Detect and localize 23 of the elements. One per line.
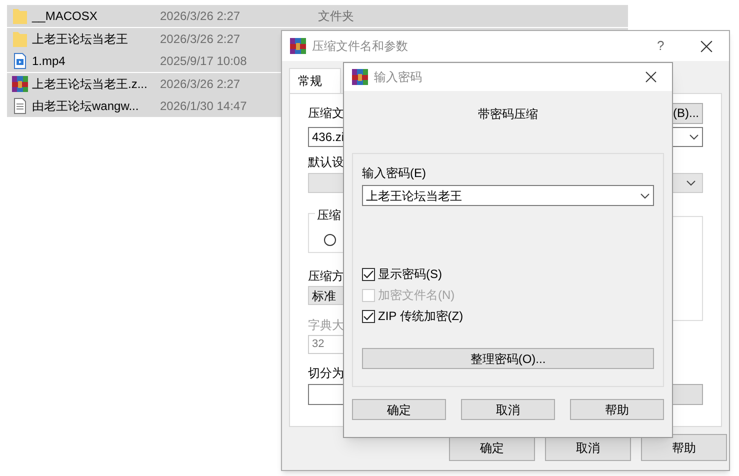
field-label: 压缩方 <box>308 268 344 285</box>
file-name: 由老王论坛wangw... <box>32 98 140 115</box>
checkbox-label: ZIP 传统加密(Z) <box>378 308 464 325</box>
file-name: 上老王论坛当老王.z... <box>32 76 148 92</box>
file-name: 上老王论坛当老王 <box>32 30 129 48</box>
field-label: 压缩文 <box>308 105 344 122</box>
window-title: 输入密码 <box>374 69 423 86</box>
file-name: 1.mp4 <box>32 53 66 70</box>
file-name: __MACOSX <box>32 8 98 25</box>
window-title: 压缩文件名和参数 <box>312 38 409 55</box>
file-date: 2026/3/26 2:27 <box>160 8 240 25</box>
checkbox-label: 加密文件名(N) <box>378 287 455 304</box>
field-label: 默认设 <box>308 154 344 171</box>
dialog-heading: 带密码压缩 <box>478 106 538 123</box>
checkbox-label: 显示密码(S) <box>378 266 442 283</box>
field-label: 切分为 <box>308 365 344 382</box>
field-label: 字典大 <box>308 317 344 334</box>
file-date: 2025/9/17 10:08 <box>160 53 247 70</box>
file-type: 文件夹 <box>318 8 354 25</box>
field-label: 输入密码(E) <box>362 165 427 182</box>
file-date: 2026/3/26 2:27 <box>160 76 240 92</box>
file-date: 2026/3/26 2:27 <box>160 30 240 48</box>
file-date: 2026/1/30 14:47 <box>160 98 247 115</box>
